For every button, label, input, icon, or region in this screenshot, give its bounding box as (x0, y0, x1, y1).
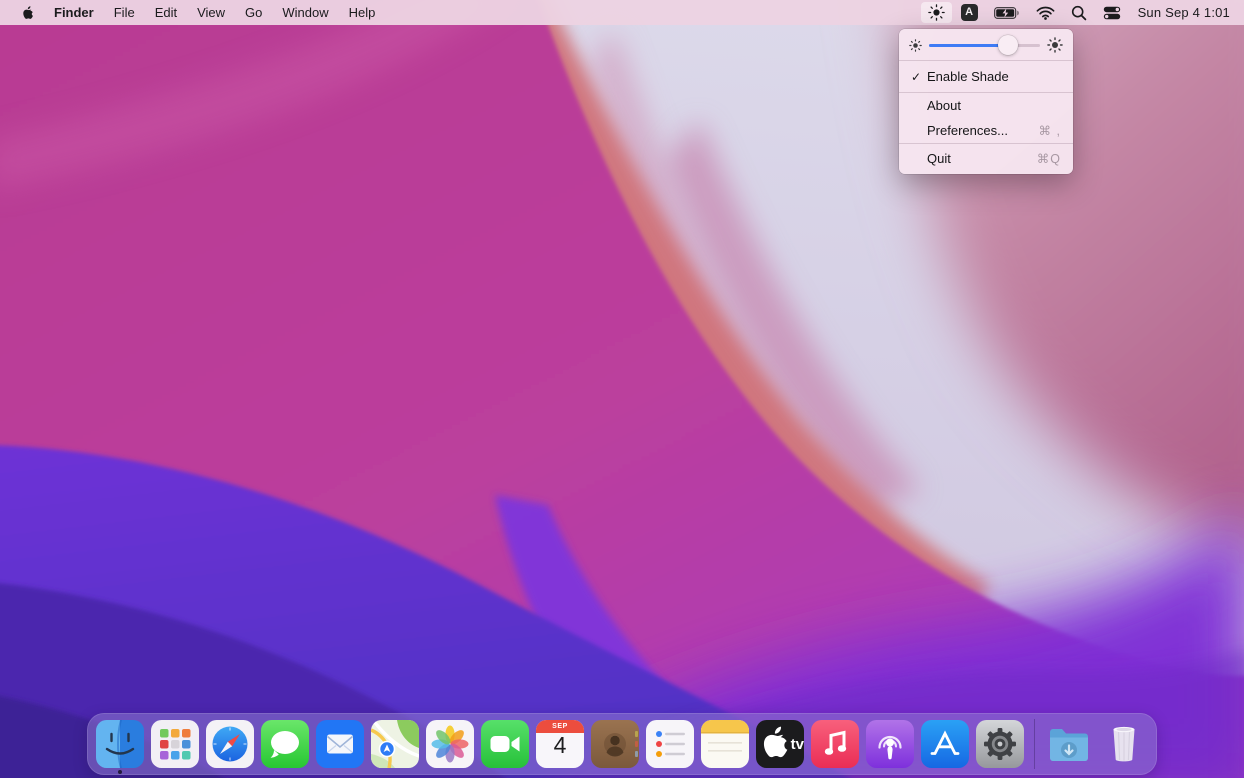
wifi-menubar-button[interactable] (1029, 2, 1062, 23)
brightness-high-icon (1047, 37, 1063, 53)
menu-window-label: Window (282, 5, 328, 20)
control-center-icon (1103, 6, 1121, 20)
menu-help-label: Help (349, 5, 376, 20)
dock-divider (1034, 719, 1035, 769)
dock-icon-music[interactable] (811, 720, 859, 768)
dock-icon-reminders[interactable] (646, 720, 694, 768)
brightness-slider-thumb[interactable] (998, 35, 1018, 55)
dock-icon-mail[interactable] (316, 720, 364, 768)
menu-view[interactable]: View (187, 0, 235, 25)
menu-edit[interactable]: Edit (145, 0, 187, 25)
dock-icon-photos[interactable] (426, 720, 474, 768)
preferences-label: Preferences... (927, 123, 1008, 138)
dock-icon-launchpad[interactable] (151, 720, 199, 768)
battery-charging-icon (994, 7, 1020, 19)
input-source-label: A (965, 7, 973, 18)
dock: SEP 4 (87, 713, 1157, 775)
clock-label: Sun Sep 4 1:01 (1138, 5, 1230, 20)
brightness-slider-row (899, 30, 1073, 60)
control-center-menubar-button[interactable] (1096, 2, 1128, 23)
menu-help[interactable]: Help (339, 0, 386, 25)
shade-menubar-button[interactable] (921, 2, 952, 23)
search-icon (1071, 5, 1087, 21)
menu-item-preferences[interactable]: Preferences... ⌘ , (899, 118, 1073, 143)
menu-finder[interactable]: Finder (44, 0, 104, 25)
input-source-icon: A (961, 4, 978, 21)
input-source-menubar-button[interactable]: A (954, 2, 985, 23)
dock-icon-finder[interactable] (96, 720, 144, 768)
wifi-icon (1036, 6, 1055, 20)
menu-file[interactable]: File (104, 0, 145, 25)
dock-icon-appletv[interactable]: tv (756, 720, 804, 768)
dock-icon-calendar[interactable]: SEP 4 (536, 720, 584, 768)
apple-logo-icon (20, 5, 34, 21)
appletv-label-row: tv (756, 720, 804, 768)
dock-icon-trash[interactable] (1100, 720, 1148, 768)
dock-icon-notes[interactable] (701, 720, 749, 768)
dock-icon-downloads-folder[interactable] (1045, 720, 1093, 768)
menu-item-about[interactable]: About (899, 93, 1073, 118)
appletv-label: tv (791, 736, 804, 753)
brightness-slider[interactable] (929, 44, 1040, 47)
menu-go-label: Go (245, 5, 262, 20)
apple-menu[interactable] (10, 0, 44, 25)
preferences-shortcut: ⌘ , (1039, 123, 1061, 138)
menu-item-enable-shade[interactable]: ✓ Enable Shade (899, 61, 1073, 92)
menu-edit-label: Edit (155, 5, 177, 20)
battery-menubar-button[interactable] (987, 2, 1027, 23)
running-indicator (118, 770, 122, 774)
quit-label: Quit (927, 151, 951, 166)
menu-window[interactable]: Window (272, 0, 338, 25)
menu-bar: Finder File Edit View Go Window Help A (0, 0, 1244, 25)
brightness-sun-icon (928, 4, 945, 21)
dock-icon-messages[interactable] (261, 720, 309, 768)
shade-dropdown-menu: ✓ Enable Shade About Preferences... ⌘ , … (899, 29, 1073, 174)
spotlight-menubar-button[interactable] (1064, 2, 1094, 23)
dock-icon-app-store[interactable] (921, 720, 969, 768)
calendar-day-label: 4 (536, 732, 584, 759)
about-label: About (927, 98, 961, 113)
menu-item-quit[interactable]: Quit ⌘Q (899, 144, 1073, 173)
menu-view-label: View (197, 5, 225, 20)
calendar-month-label: SEP (536, 723, 584, 730)
dock-icon-maps[interactable] (371, 720, 419, 768)
menu-finder-label: Finder (54, 5, 94, 20)
dock-icon-system-preferences[interactable] (976, 720, 1024, 768)
dock-icon-podcasts[interactable] (866, 720, 914, 768)
brightness-slider-fill (929, 44, 1008, 47)
dock-icon-safari[interactable] (206, 720, 254, 768)
brightness-low-icon (909, 39, 922, 52)
dock-icon-facetime[interactable] (481, 720, 529, 768)
dock-icon-contacts[interactable] (591, 720, 639, 768)
enable-shade-label: Enable Shade (927, 69, 1009, 84)
menu-file-label: File (114, 5, 135, 20)
checkmark-icon: ✓ (911, 70, 927, 84)
apple-logo-icon (756, 719, 790, 767)
menu-go[interactable]: Go (235, 0, 272, 25)
menubar-clock[interactable]: Sun Sep 4 1:01 (1130, 2, 1232, 23)
quit-shortcut: ⌘Q (1037, 151, 1061, 166)
